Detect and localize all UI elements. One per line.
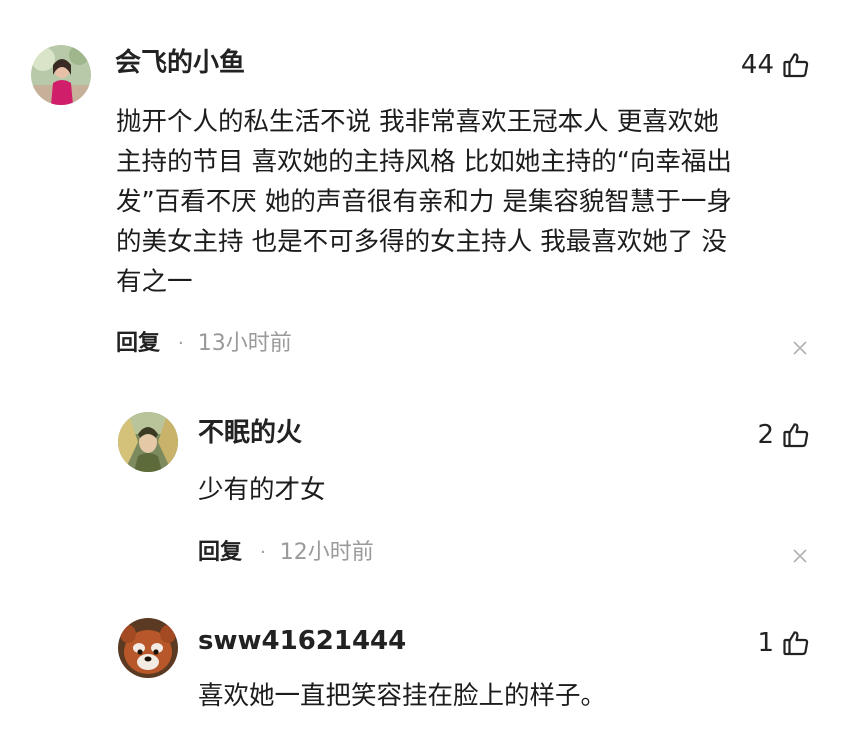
separator-dot: ·	[178, 333, 184, 354]
thumbs-up-icon[interactable]	[782, 629, 810, 657]
reply-button[interactable]: 回复	[198, 540, 242, 566]
comment-text-line: 有之一	[116, 267, 193, 297]
like-button[interactable]: 1	[757, 628, 810, 658]
comment-meta: 回复 · 13小时前	[116, 331, 292, 357]
comment-text: 喜欢她一直把笑容挂在脸上的样子。	[198, 676, 798, 716]
close-icon[interactable]	[792, 340, 808, 356]
username[interactable]: 会飞的小鱼	[115, 48, 245, 78]
comment-text-line: 少有的才女	[198, 475, 326, 505]
username[interactable]: 不眠的火	[198, 418, 302, 448]
reply-item: sww41621444 1 喜欢她一直把笑容挂在脸上的样子。	[0, 580, 846, 738]
comment-text: 抛开个人的私生活不说 我非常喜欢王冠本人 更喜欢她 主持的节目 喜欢她的主持风格…	[116, 102, 816, 302]
comment-text-line: 的美女主持 也是不可多得的女主持人 我最喜欢她了 没	[116, 227, 727, 257]
thumbs-up-icon[interactable]	[782, 421, 810, 449]
like-count: 1	[757, 628, 774, 658]
avatar[interactable]	[31, 45, 91, 105]
like-count: 2	[757, 420, 774, 450]
comment-text-line: 喜欢她一直把笑容挂在脸上的样子。	[198, 681, 607, 711]
comment-item: 会飞的小鱼 44 抛开个人的私生活不说 我非常喜欢王冠本人 更喜欢她 主持的节目…	[0, 0, 846, 380]
comment-text: 少有的才女	[198, 470, 798, 510]
comment-text-line: 发”百看不厌 她的声音很有亲和力 是集容貌智慧于一身	[116, 187, 732, 217]
comment-text-line: 抛开个人的私生活不说 我非常喜欢王冠本人 更喜欢她	[116, 107, 719, 137]
avatar[interactable]	[118, 412, 178, 472]
avatar[interactable]	[118, 618, 178, 678]
username[interactable]: sww41621444	[198, 626, 406, 656]
separator-dot: ·	[260, 542, 266, 563]
like-count: 44	[740, 50, 774, 80]
like-button[interactable]: 44	[741, 50, 810, 80]
thumbs-up-icon[interactable]	[782, 51, 810, 79]
close-icon[interactable]	[792, 548, 808, 564]
reply-item: 不眠的火 2 少有的才女 回复 · 12小时前	[0, 380, 846, 580]
timestamp: 13小时前	[197, 331, 292, 356]
reply-button[interactable]: 回复	[116, 331, 160, 357]
timestamp: 12小时前	[279, 540, 374, 565]
comment-text-line: 主持的节目 喜欢她的主持风格 比如她主持的“向幸福出	[116, 147, 732, 177]
comment-meta: 回复 · 12小时前	[198, 540, 374, 566]
like-button[interactable]: 2	[757, 420, 810, 450]
